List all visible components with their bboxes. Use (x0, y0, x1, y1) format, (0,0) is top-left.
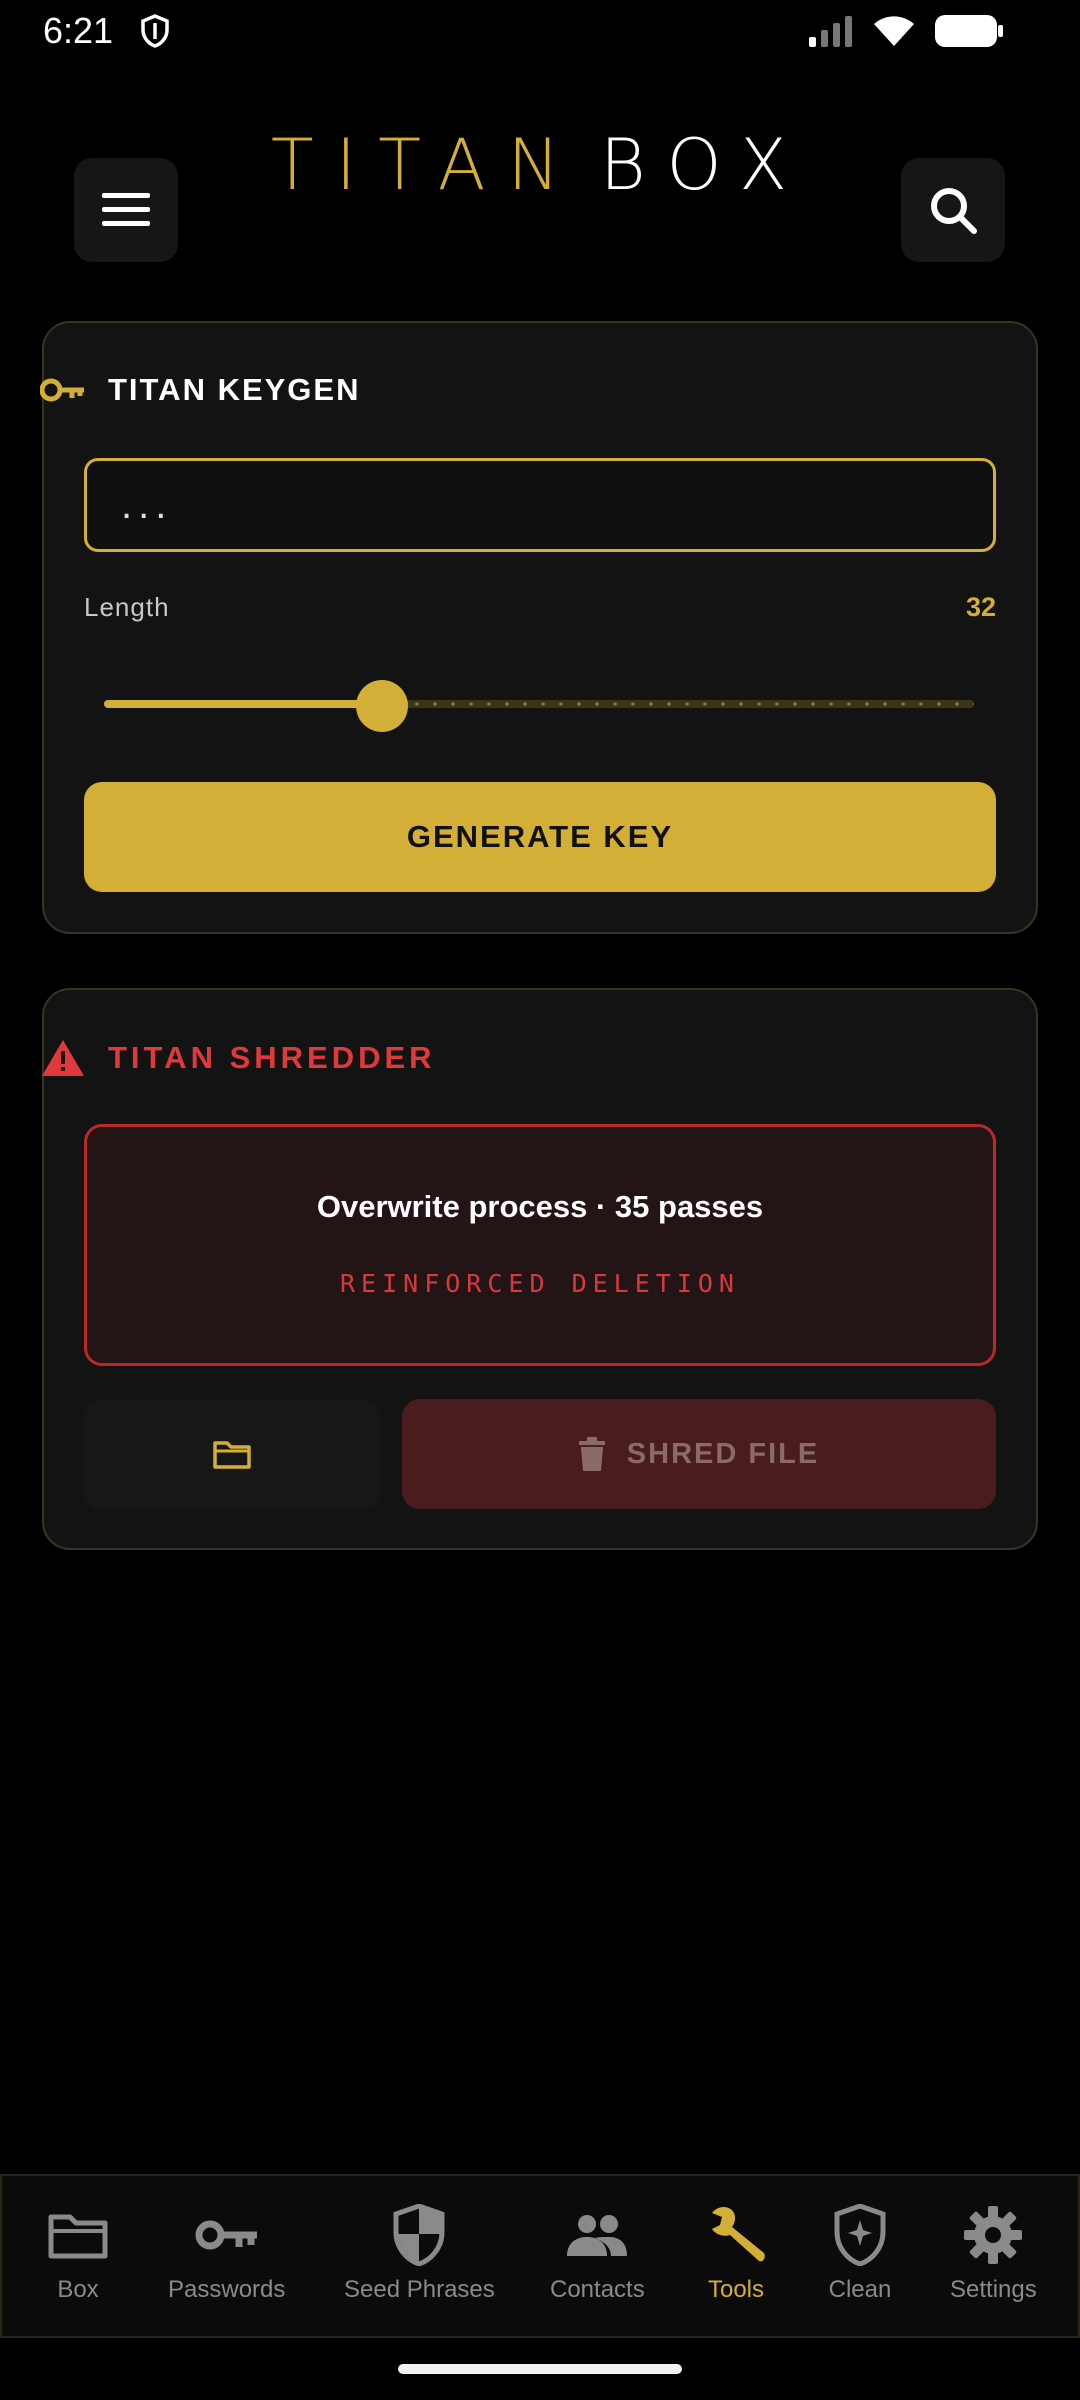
warning-icon (42, 1040, 84, 1076)
shred-file-button[interactable]: SHRED FILE (402, 1399, 996, 1509)
keygen-header: TITAN KEYGEN (40, 372, 361, 408)
length-label: Length (84, 592, 170, 622)
bottom-nav: Box Passwords Seed Phrases Contacts Tool… (0, 2174, 1080, 2338)
shredder-header: TITAN SHREDDER (40, 1038, 436, 1078)
search-button[interactable] (901, 158, 1005, 262)
signal-icon (809, 16, 852, 47)
shield-sparkle-icon (834, 2204, 886, 2266)
people-icon (567, 2215, 628, 2256)
wrench-icon (712, 2207, 765, 2262)
app-title-part2: BOX (599, 124, 810, 206)
status-time: 6:21 (43, 10, 114, 51)
nav-label-passwords: Passwords (168, 2276, 286, 2303)
status-bar: 6:21 (0, 0, 1080, 62)
nav-item-box[interactable]: Box (45, 2202, 111, 2304)
slider-ticks (408, 702, 974, 706)
length-value: 32 (965, 592, 996, 622)
battery-icon (935, 15, 1003, 47)
select-file-button[interactable] (84, 1399, 380, 1509)
slider-thumb[interactable] (356, 680, 408, 732)
length-slider[interactable] (104, 680, 974, 732)
home-indicator[interactable] (398, 2364, 682, 2374)
folder-icon (213, 1441, 251, 1469)
vpn-shield-icon (141, 14, 169, 48)
generate-key-button[interactable]: GENERATE KEY (84, 782, 996, 892)
overwrite-warning-box: Overwrite process · 35 passes REINFORCED… (84, 1124, 996, 1366)
nav-item-contacts[interactable]: Contacts (550, 2202, 645, 2304)
nav-label-settings: Settings (950, 2276, 1037, 2303)
nav-label-tools: Tools (707, 2276, 765, 2303)
slider-fill (104, 700, 382, 708)
warning-sub-text: REINFORCED DELETION (340, 1269, 740, 1298)
app-title-part1: TITAN (270, 124, 582, 206)
shred-file-label: SHRED FILE (626, 1437, 820, 1470)
nav-label-seed-phrases: Seed Phrases (344, 2276, 495, 2303)
nav-item-seed-phrases[interactable]: Seed Phrases (344, 2202, 495, 2304)
nav-item-clean[interactable]: Clean (827, 2202, 893, 2304)
keygen-title: TITAN KEYGEN (108, 372, 361, 407)
nav-label-clean: Clean (828, 2276, 892, 2303)
search-icon (931, 188, 977, 234)
gear-icon (964, 2206, 1023, 2264)
warning-main-text: Overwrite process · 35 passes (316, 1189, 764, 1224)
key-output-field[interactable] (84, 458, 996, 552)
nav-item-passwords[interactable]: Passwords (168, 2202, 285, 2304)
shield-half-icon (393, 2204, 445, 2266)
wifi-icon (874, 16, 914, 46)
trash-icon (578, 1437, 605, 1471)
nav-label-contacts: Contacts (550, 2276, 645, 2303)
folder-icon (48, 2214, 108, 2259)
nav-label-box: Box (57, 2276, 99, 2303)
key-icon (40, 378, 84, 402)
nav-item-settings[interactable]: Settings (950, 2202, 1037, 2304)
key-icon (195, 2220, 257, 2250)
nav-item-tools[interactable]: Tools (703, 2202, 769, 2304)
shredder-title: TITAN SHREDDER (108, 1040, 436, 1075)
